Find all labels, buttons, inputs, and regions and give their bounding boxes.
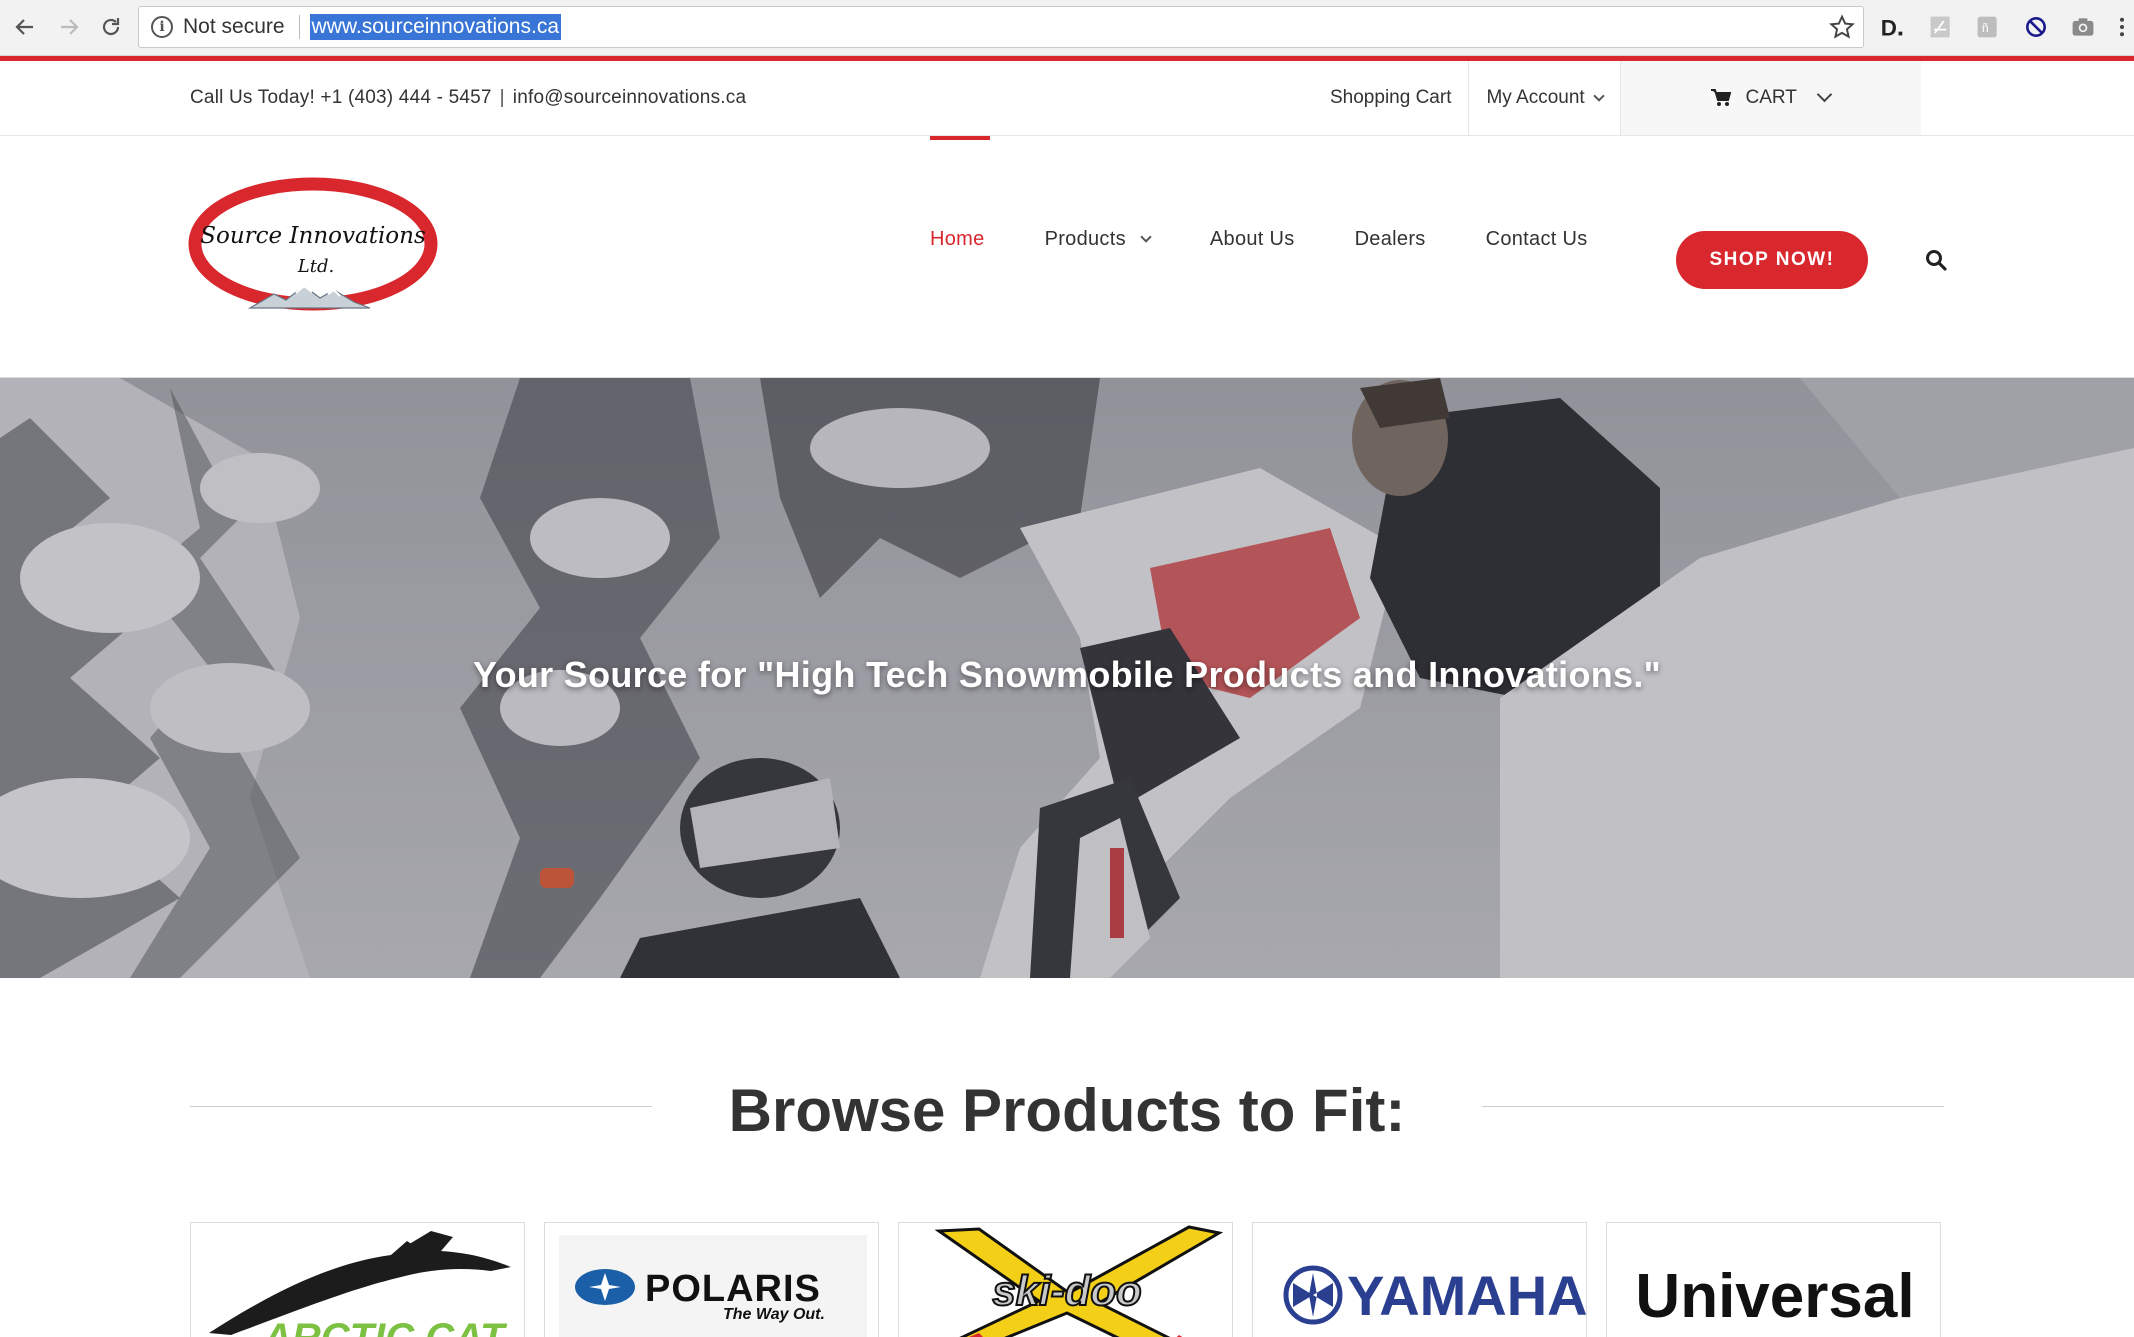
address-bar[interactable]: i Not secure www.sourceinnovations.ca — [138, 6, 1864, 48]
svg-text:ñ: ñ — [1982, 21, 1989, 35]
polaris-tagline: The Way Out. — [723, 1306, 825, 1323]
contact-info: Call Us Today! +1 (403) 444 - 5457 | info@… — [190, 87, 746, 109]
cart-icon — [1711, 89, 1732, 106]
brand-grid: ARCTIC CAT POLARIS The Way Out. ski-doo … — [190, 1222, 1941, 1337]
nav-dealers-label: Dealers — [1354, 228, 1426, 250]
yamaha-wordmark: YAMAHA — [1347, 1264, 1587, 1327]
shop-now-button[interactable]: SHOP NOW! — [1676, 231, 1868, 289]
brand-card-arctic-cat[interactable]: ARCTIC CAT — [190, 1222, 525, 1337]
arctic-cat-logo: ARCTIC CAT — [209, 1231, 511, 1337]
shopping-cart-label: Shopping Cart — [1330, 87, 1452, 108]
brand-card-polaris[interactable]: POLARIS The Way Out. — [544, 1222, 879, 1337]
nav-contact-us[interactable]: Contact Us — [1486, 228, 1588, 251]
forward-arrow-icon[interactable] — [52, 10, 86, 44]
security-label[interactable]: Not secure — [183, 15, 285, 39]
polaris-wordmark: POLARIS — [645, 1268, 821, 1310]
my-account-label: My Account — [1486, 87, 1585, 108]
info-icon[interactable]: i — [151, 16, 173, 38]
shopping-cart-link[interactable]: Shopping Cart — [1313, 61, 1470, 135]
ski-doo-wordmark: ski-doo — [992, 1267, 1141, 1314]
chevron-down-icon — [1816, 86, 1833, 103]
nav-contact-us-label: Contact Us — [1485, 228, 1588, 250]
active-nav-indicator — [930, 136, 990, 140]
browser-toolbar: i Not secure www.sourceinnovations.ca D … — [0, 0, 2134, 56]
yamaha-logo: YAMAHA — [1283, 1264, 1587, 1327]
arctic-cat-wordmark: ARCTIC CAT — [262, 1316, 508, 1337]
back-arrow-icon[interactable] — [8, 10, 42, 44]
nav-about-us[interactable]: About Us — [1210, 228, 1295, 251]
chevron-down-icon — [1593, 89, 1605, 102]
main-navigation: Home Products About Us Dealers Contact U… — [930, 228, 1648, 251]
universal-wordmark: Universal — [1635, 1262, 1914, 1331]
ski-doo-logo: ski-doo — [934, 1225, 1224, 1337]
extension-camera-icon[interactable] — [2068, 12, 2098, 42]
top-info-bar: Call Us Today! +1 (403) 444 - 5457 | info@… — [0, 61, 2134, 136]
universal-logo: Universal — [1635, 1262, 1914, 1331]
nav-products[interactable]: Products — [1044, 228, 1152, 251]
nav-about-us-label: About Us — [1209, 228, 1295, 250]
brand-card-yamaha[interactable]: YAMAHA — [1252, 1222, 1587, 1337]
nav-products-label: Products — [1044, 228, 1126, 250]
menu-dots-icon[interactable] — [2112, 12, 2132, 42]
reload-icon[interactable] — [94, 10, 128, 44]
site-header: Source Innovations Ltd. Home Products Ab… — [0, 136, 2134, 378]
extension-d-icon[interactable]: D — [1877, 12, 1907, 42]
url-text[interactable]: www.sourceinnovations.ca — [309, 14, 562, 40]
contact-separator: | — [499, 87, 505, 108]
polaris-logo: POLARIS The Way Out. — [559, 1235, 867, 1337]
my-account-dropdown[interactable]: My Account — [1469, 61, 1621, 135]
nav-dealers[interactable]: Dealers — [1355, 228, 1426, 251]
star-icon[interactable] — [1829, 14, 1855, 40]
nav-home[interactable]: Home — [930, 228, 985, 251]
browse-title: Browse Products to Fit: — [728, 1077, 1406, 1144]
hero-headline: Your Source for "High Tech Snowmobile Pr… — [472, 654, 1662, 695]
email-link[interactable]: info@sourceinnovations.ca — [513, 87, 746, 108]
logo-text-line1: Source Innovations — [200, 223, 426, 249]
url-separator — [298, 15, 300, 39]
top-links: Shopping Cart My Account CART — [1313, 61, 1921, 135]
site-logo[interactable]: Source Innovations Ltd. — [188, 176, 438, 318]
brand-card-ski-doo[interactable]: ski-doo — [898, 1222, 1233, 1337]
cart-dropdown[interactable]: CART — [1620, 61, 1921, 135]
extension-translate-icon[interactable]: ñ — [1973, 12, 2003, 42]
extension-block-icon[interactable] — [2021, 12, 2051, 42]
phone-link[interactable]: Call Us Today! +1 (403) 444 - 5457 — [190, 87, 492, 108]
chevron-down-icon — [1140, 230, 1152, 243]
svg-text:D: D — [1881, 15, 1897, 40]
extension-pdf-icon[interactable] — [1926, 12, 1956, 42]
search-icon[interactable] — [1924, 248, 1948, 272]
cart-label: CART — [1745, 87, 1797, 108]
logo-text-line2: Ltd. — [297, 256, 334, 277]
hero-banner: Your Source for "High Tech Snowmobile Pr… — [0, 378, 2134, 978]
brand-card-universal[interactable]: Universal — [1606, 1222, 1941, 1337]
nav-home-label: Home — [930, 228, 985, 250]
